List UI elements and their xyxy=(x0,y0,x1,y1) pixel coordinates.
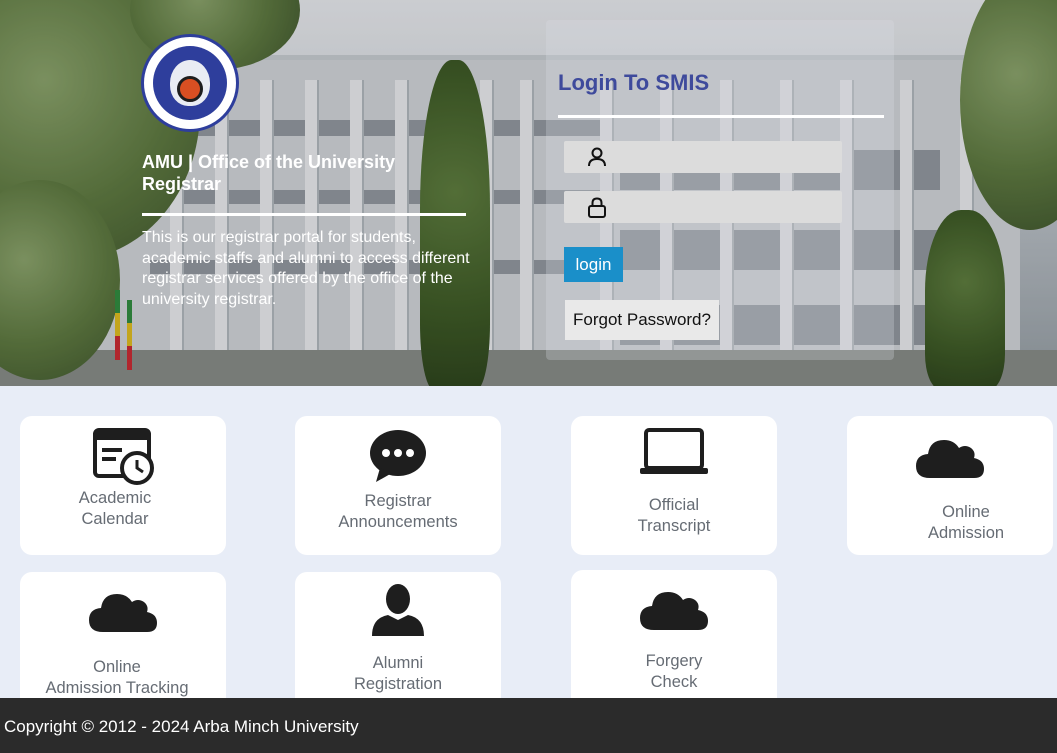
footer: Copyright © 2012 - 2024 Arba Minch Unive… xyxy=(0,698,1057,753)
username-input[interactable] xyxy=(610,141,840,175)
cloud-icon xyxy=(571,586,777,656)
card-label: Official Transcript xyxy=(637,496,711,535)
logo-seal-icon xyxy=(153,46,227,120)
title-divider xyxy=(142,213,466,216)
card-registrar-announcements[interactable]: Registrar Announcements xyxy=(295,416,501,555)
card-label: Registrar Announcements xyxy=(338,492,458,531)
cloud-icon xyxy=(20,588,226,658)
card-alumni-registration[interactable]: Alumni Registration xyxy=(295,572,501,712)
card-online-admission[interactable]: Online Admission xyxy=(847,416,1053,555)
copyright-text: Copyright © 2012 - 2024 Arba Minch Unive… xyxy=(4,717,359,736)
card-online-admission-tracking[interactable]: Online Admission Tracking xyxy=(20,572,226,712)
card-official-transcript[interactable]: Official Transcript xyxy=(571,416,777,555)
card-academic-calendar[interactable]: Academic Calendar xyxy=(20,416,226,555)
lock-icon xyxy=(586,196,608,218)
login-divider xyxy=(558,115,884,118)
password-field[interactable] xyxy=(564,191,842,225)
username-field[interactable] xyxy=(564,141,842,175)
calendar-clock-icon xyxy=(20,426,226,496)
registrar-title: AMU | Office of the University Registrar xyxy=(142,152,396,194)
password-input[interactable] xyxy=(610,191,840,225)
card-forgery-check[interactable]: Forgery Check xyxy=(571,570,777,712)
university-logo xyxy=(141,34,239,132)
card-label: Online Admission xyxy=(927,503,1005,542)
card-label: Forgery Check xyxy=(645,652,703,691)
card-label: Academic Calendar xyxy=(78,489,152,528)
card-label: Online Admission Tracking xyxy=(45,658,189,697)
laptop-icon xyxy=(571,428,777,498)
cloud-icon xyxy=(847,434,1053,504)
login-button[interactable]: login xyxy=(564,247,623,282)
forgot-password-button[interactable]: Forgot Password? xyxy=(565,300,719,340)
chat-bubble-icon xyxy=(295,426,501,496)
login-title: Login To SMIS xyxy=(558,70,710,95)
card-label: Alumni Registration xyxy=(353,654,443,693)
person-icon xyxy=(295,582,501,652)
registrar-description: This is our registrar portal for student… xyxy=(142,229,470,308)
user-icon xyxy=(586,146,608,168)
